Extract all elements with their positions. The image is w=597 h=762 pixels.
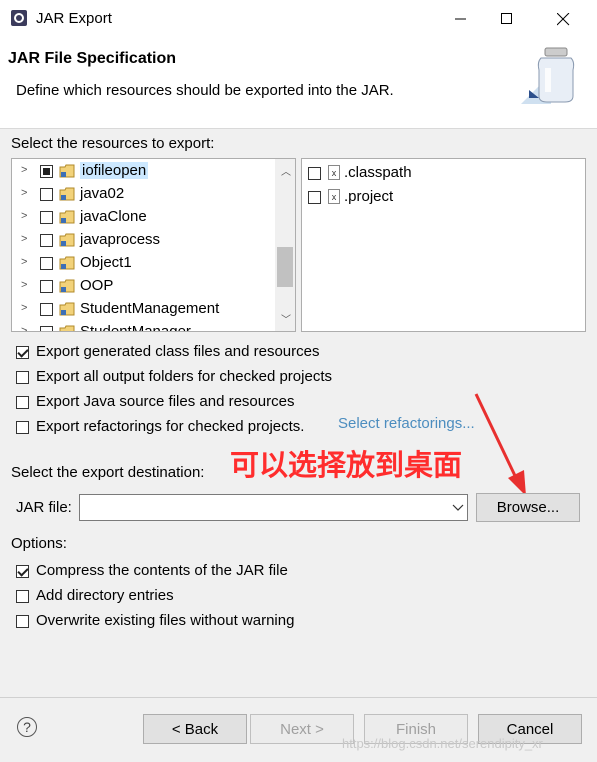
page-description: Define which resources should be exporte… — [16, 82, 394, 99]
tree-item-java02[interactable]: > java02 — [12, 183, 272, 206]
jar-option-checkbox[interactable] — [16, 590, 29, 603]
destination-label: Select the export destination: — [11, 464, 205, 481]
export-option-checkbox[interactable] — [16, 371, 29, 384]
tree-item-label: StudentManagement — [80, 300, 220, 317]
tree-item-checkbox[interactable] — [40, 326, 53, 331]
select-refactorings-link[interactable]: Select refactorings... — [338, 415, 475, 432]
java-project-icon — [59, 256, 75, 270]
tree-item-checkbox[interactable] — [40, 188, 53, 201]
file-list[interactable]: x .classpath x .project — [301, 158, 586, 332]
tree-item-studentmanager[interactable]: > StudentManager — [12, 321, 272, 332]
chevron-right-icon[interactable]: > — [21, 233, 27, 245]
window-title: JAR Export — [36, 10, 112, 27]
jar-option-checkbox[interactable] — [16, 615, 29, 628]
java-project-icon — [59, 210, 75, 224]
back-button[interactable]: < Back — [143, 714, 247, 744]
tree-item-javaprocess[interactable]: > javaprocess — [12, 229, 272, 252]
annotation-arrow — [474, 393, 526, 496]
file-item-label: .project — [344, 188, 394, 205]
export-option-checkbox[interactable] — [16, 421, 29, 434]
file-item-checkbox[interactable] — [308, 167, 321, 180]
jar-option-label: Compress the contents of the JAR file — [36, 562, 288, 579]
tree-item-label: StudentManager — [80, 323, 191, 332]
tree-item-oop[interactable]: > OOP — [12, 275, 272, 298]
java-project-icon — [59, 164, 75, 178]
export-option-label: Export refactorings for checked projects… — [36, 418, 305, 435]
xml-file-icon: x — [328, 165, 340, 180]
java-project-icon — [59, 302, 75, 316]
chevron-right-icon[interactable]: > — [21, 210, 27, 222]
tree-item-label: javaClone — [80, 208, 147, 225]
jar-option-label: Add directory entries — [36, 587, 174, 604]
java-project-icon — [59, 279, 75, 293]
minimize-icon — [455, 18, 466, 20]
maximize-button[interactable] — [484, 0, 530, 38]
tree-item-studentmanagement[interactable]: > StudentManagement — [12, 298, 272, 321]
help-icon[interactable]: ? — [17, 717, 37, 737]
close-button[interactable] — [540, 0, 586, 38]
tree-item-checkbox[interactable] — [40, 234, 53, 247]
resources-label: Select the resources to export: — [11, 135, 215, 152]
chevron-right-icon[interactable]: > — [21, 187, 27, 199]
tree-item-object1[interactable]: > Object1 — [12, 252, 272, 275]
tree-item-label: OOP — [80, 277, 114, 294]
jar-file-label: JAR file: — [16, 499, 72, 516]
tree-item-checkbox[interactable] — [40, 303, 53, 316]
footer-divider — [0, 697, 597, 698]
tree-item-label: iofileopen — [80, 162, 149, 179]
next-button[interactable]: Next > — [250, 714, 354, 744]
tree-item-javaclone[interactable]: > javaClone — [12, 206, 272, 229]
java-project-icon — [59, 325, 75, 331]
export-option-label: Export generated class files and resourc… — [36, 343, 320, 360]
eclipse-app-icon — [11, 10, 27, 26]
jar-icon — [521, 47, 575, 104]
tree-item-label: Object1 — [80, 254, 132, 271]
export-option-label: Export all output folders for checked pr… — [36, 368, 332, 385]
jar-option-checkbox[interactable] — [16, 565, 29, 578]
chevron-right-icon[interactable]: > — [21, 302, 27, 314]
chevron-right-icon[interactable]: > — [21, 279, 27, 291]
tree-item-label: javaprocess — [80, 231, 161, 248]
tree-item-iofileopen[interactable]: > iofileopen — [12, 160, 272, 183]
browse-button[interactable]: Browse... — [476, 493, 580, 522]
tree-scrollbar[interactable]: ︿ ﹀ — [275, 159, 295, 331]
jar-file-input[interactable] — [82, 497, 446, 519]
scroll-thumb[interactable] — [277, 247, 293, 287]
tree-item-label: java02 — [80, 185, 125, 202]
page-title: JAR File Specification — [8, 50, 177, 67]
annotation-text: 可以选择放到桌面 — [230, 448, 463, 482]
project-tree[interactable]: > iofileopen > java02 > javaClone > javaprocess… — [11, 158, 296, 332]
file-item[interactable]: x .classpath — [302, 161, 582, 185]
chevron-right-icon[interactable]: > — [21, 164, 27, 176]
export-option-checkbox[interactable] — [16, 396, 29, 409]
scroll-down-icon[interactable]: ﹀ — [281, 311, 291, 326]
scroll-up-icon[interactable]: ︿ — [281, 163, 291, 178]
watermark: https://blog.csdn.net/serendipity_xr — [342, 736, 543, 751]
chevron-right-icon[interactable]: > — [21, 256, 27, 268]
close-icon — [556, 12, 569, 25]
tree-item-checkbox[interactable] — [40, 165, 53, 178]
file-item-checkbox[interactable] — [308, 191, 321, 204]
chevron-down-icon[interactable] — [452, 504, 464, 512]
tree-item-checkbox[interactable] — [40, 257, 53, 270]
tree-item-checkbox[interactable] — [40, 211, 53, 224]
jar-file-combo[interactable] — [79, 494, 468, 521]
minimize-button[interactable] — [438, 0, 484, 38]
file-item-label: .classpath — [344, 164, 412, 181]
java-project-icon — [59, 187, 75, 201]
tree-item-checkbox[interactable] — [40, 280, 53, 293]
export-option-label: Export Java source files and resources — [36, 393, 295, 410]
jar-option-label: Overwrite existing files without warning — [36, 612, 295, 629]
export-option-checkbox[interactable] — [16, 346, 29, 359]
maximize-icon — [501, 13, 512, 24]
java-project-icon — [59, 233, 75, 247]
file-item[interactable]: x .project — [302, 185, 582, 209]
options-label: Options: — [11, 535, 67, 552]
xml-file-icon: x — [328, 189, 340, 204]
chevron-right-icon[interactable]: > — [21, 325, 27, 331]
